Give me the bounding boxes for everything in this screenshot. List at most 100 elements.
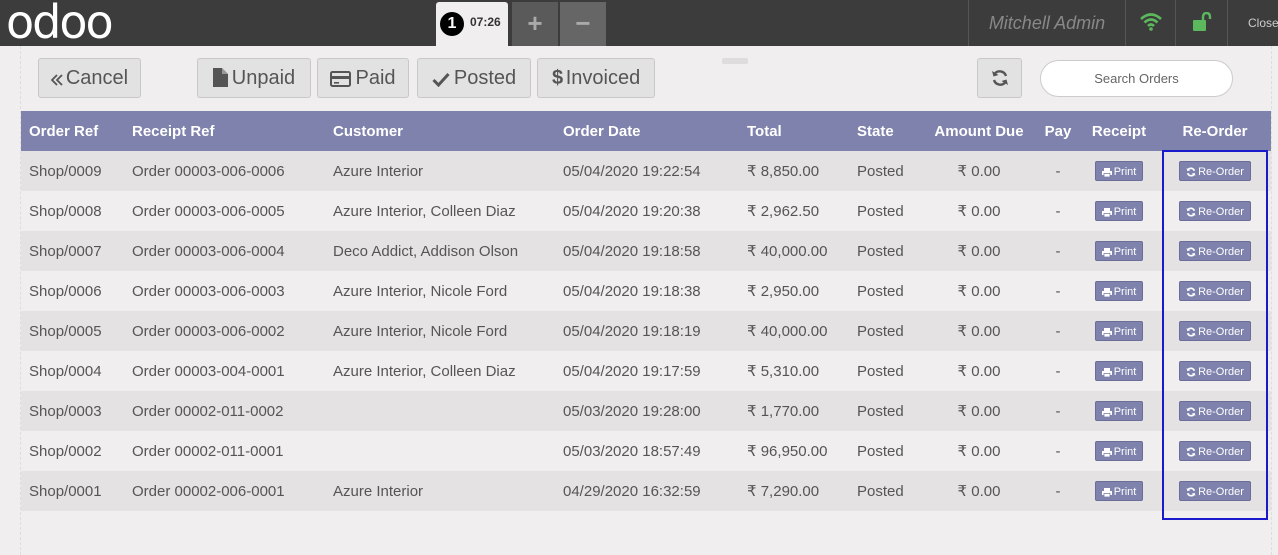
receipt-ref-cell: Order 00003-006-0006 [132, 162, 285, 180]
reorder-button[interactable]: Re-Order [1179, 481, 1251, 501]
refresh-icon [1186, 207, 1196, 217]
order-date-cell: 05/04/2020 19:18:58 [563, 242, 701, 260]
print-label: Print [1113, 406, 1137, 418]
reorder-button[interactable]: Re-Order [1179, 441, 1251, 461]
reorder-button[interactable]: Re-Order [1179, 161, 1251, 181]
reorder-button[interactable]: Re-Order [1179, 361, 1251, 381]
table-row[interactable]: Shop/0001 Order 00002-006-0001 Azure Inter… [21, 471, 1271, 511]
cancel-button[interactable]: Cancel [38, 58, 141, 98]
order-ref-cell: Shop/0003 [29, 402, 102, 420]
receipt-ref-cell: Order 00003-006-0003 [132, 282, 285, 300]
reorder-button[interactable]: Re-Order [1179, 401, 1251, 421]
new-order-button[interactable]: + [512, 2, 558, 46]
table-row[interactable]: Shop/0005 Order 00003-006-0002 Azure Inter… [21, 311, 1271, 351]
receipt-cell: Print [1079, 391, 1159, 431]
state-cell: Posted [857, 482, 904, 500]
order-date-cell: 04/29/2020 16:32:59 [563, 482, 701, 500]
reorder-cell: Re-Order [1159, 391, 1271, 431]
refresh-icon [1186, 407, 1196, 417]
print-button[interactable]: Print [1094, 281, 1144, 301]
table-row[interactable]: Shop/0002 Order 00002-011-0001 05/03/2020 … [21, 431, 1271, 471]
unlock-icon [1193, 12, 1212, 31]
delete-order-button[interactable]: − [560, 2, 606, 46]
customer-cell: Azure Interior, Colleen Diaz [333, 362, 516, 380]
angle-double-left-icon [50, 74, 63, 86]
print-button[interactable]: Print [1094, 401, 1144, 421]
print-button[interactable]: Print [1094, 321, 1144, 341]
total-cell: ₹ 1,770.00 [747, 403, 820, 420]
unpaid-filter-button[interactable]: Unpaid [197, 58, 311, 98]
reorder-button[interactable]: Re-Order [1179, 281, 1251, 301]
invoiced-filter-button[interactable]: $ Invoiced [537, 58, 655, 98]
order-tab[interactable]: 1 07:26 [436, 2, 508, 46]
amount-due-cell: ₹ 0.00 [957, 403, 1001, 420]
cancel-label: Cancel [65, 67, 129, 89]
state-cell: Posted [857, 162, 904, 180]
table-row[interactable]: Shop/0006 Order 00003-006-0003 Azure Inter… [21, 271, 1271, 311]
print-button[interactable]: Print [1094, 201, 1144, 221]
total-cell: ₹ 2,962.50 [747, 203, 820, 220]
print-button[interactable]: Print [1094, 241, 1144, 261]
order-date-cell: 05/03/2020 18:57:49 [563, 442, 701, 460]
print-label: Print [1113, 286, 1137, 298]
amount-due-cell: ₹ 0.00 [957, 483, 1001, 500]
orders-table-body: Shop/0009 Order 00003-006-0006 Azure Inter… [21, 151, 1271, 511]
close-button[interactable]: Close [1227, 0, 1278, 46]
paid-filter-button[interactable]: Paid [317, 58, 409, 98]
reorder-label: Re-Order [1198, 446, 1244, 458]
print-button[interactable]: Print [1094, 361, 1144, 381]
file-icon [212, 68, 228, 87]
table-row[interactable]: Shop/0008 Order 00003-006-0005 Azure Inter… [21, 191, 1271, 231]
search-orders-input[interactable] [1040, 60, 1233, 97]
customer-cell [325, 391, 555, 431]
table-row[interactable]: Shop/0004 Order 00003-004-0001 Azure Inter… [21, 351, 1271, 391]
state-cell: Posted [857, 322, 904, 340]
print-button[interactable]: Print [1094, 161, 1144, 181]
receipt-cell: Print [1079, 311, 1159, 351]
order-ref-cell: Shop/0001 [29, 482, 102, 500]
reorder-label: Re-Order [1198, 206, 1244, 218]
user-name[interactable]: Mitchell Admin [968, 0, 1125, 46]
reorder-button[interactable]: Re-Order [1179, 241, 1251, 261]
customer-cell: Azure Interior [333, 482, 424, 500]
print-icon [1101, 208, 1112, 218]
state-cell: Posted [857, 202, 904, 220]
wifi-status[interactable] [1125, 0, 1175, 46]
order-screen: Cancel Unpaid Paid Posted $ Invoiced Sea… [20, 46, 1272, 555]
print-label: Print [1113, 206, 1137, 218]
order-ref-cell: Shop/0005 [29, 322, 102, 340]
posted-label: Posted [453, 67, 517, 89]
customer-cell: Azure Interior, Colleen Diaz [333, 202, 516, 220]
pay-cell: - [1055, 322, 1061, 340]
topbar: odoo 1 07:26 + − Mitchell Admin Close [0, 0, 1278, 46]
print-button[interactable]: Print [1094, 481, 1144, 501]
refresh-button[interactable] [977, 58, 1022, 98]
receipt-ref-cell: Order 00002-006-0001 [132, 482, 285, 500]
column-header: Total [747, 122, 782, 140]
invoiced-label: Invoiced [565, 67, 641, 89]
table-row[interactable]: Shop/0007 Order 00003-006-0004 Deco Addict… [21, 231, 1271, 271]
customer-cell: Azure Interior, Nicole Ford [333, 282, 508, 300]
state-cell: Posted [857, 282, 904, 300]
print-button[interactable]: Print [1094, 441, 1144, 461]
refresh-icon [1186, 367, 1196, 377]
reorder-label: Re-Order [1198, 166, 1244, 178]
reorder-cell: Re-Order [1159, 471, 1271, 511]
lock-status[interactable] [1175, 0, 1227, 46]
posted-filter-button[interactable]: Posted [417, 58, 531, 98]
reorder-cell: Re-Order [1159, 351, 1271, 391]
total-cell: ₹ 96,950.00 [747, 443, 828, 460]
order-number-badge: 1 [440, 12, 464, 36]
reorder-button[interactable]: Re-Order [1179, 321, 1251, 341]
order-date-cell: 05/03/2020 19:28:00 [563, 402, 701, 420]
total-cell: ₹ 5,310.00 [747, 363, 820, 380]
receipt-ref-cell: Order 00002-011-0001 [132, 442, 284, 460]
drag-handle[interactable] [722, 58, 748, 64]
pay-cell: - [1055, 242, 1061, 260]
pay-cell: - [1055, 362, 1061, 380]
table-row[interactable]: Shop/0009 Order 00003-006-0006 Azure Inter… [21, 151, 1271, 191]
reorder-label: Re-Order [1198, 406, 1244, 418]
table-row[interactable]: Shop/0003 Order 00002-011-0002 05/03/2020 … [21, 391, 1271, 431]
reorder-button[interactable]: Re-Order [1179, 201, 1251, 221]
order-date-cell: 05/04/2020 19:18:38 [563, 282, 701, 300]
